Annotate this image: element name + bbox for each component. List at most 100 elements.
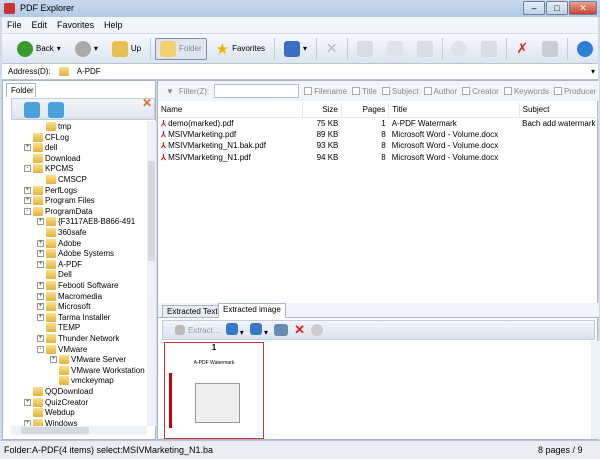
column-name[interactable]: Name bbox=[158, 103, 304, 118]
tree-node[interactable]: CMSCP bbox=[37, 174, 87, 185]
tree-node[interactable]: TEMP bbox=[37, 322, 80, 333]
column-size[interactable]: Size bbox=[302, 103, 342, 118]
tree-node[interactable]: 360safe bbox=[37, 227, 86, 238]
favorites-button[interactable]: ★ Favorites bbox=[211, 38, 270, 60]
column-subject[interactable]: Subject bbox=[519, 103, 600, 118]
tools-button[interactable]: ✗ bbox=[511, 38, 533, 60]
image-scrollbar[interactable] bbox=[591, 341, 600, 439]
new-folder-icon[interactable] bbox=[24, 102, 40, 118]
file-row[interactable]: ⅄ demo(marked).pdf 75 KB 1 A-PDF Watermark B… bbox=[158, 117, 599, 129]
menu-favorites[interactable]: Favorites bbox=[52, 20, 99, 30]
forward-button[interactable]: ▾ bbox=[70, 38, 103, 60]
expand-toggle[interactable]: + bbox=[37, 335, 44, 342]
copy-button[interactable]: ▾ bbox=[225, 323, 244, 337]
tree-node[interactable]: + A-PDF bbox=[37, 259, 82, 270]
tree-node[interactable]: CFLog bbox=[24, 132, 69, 143]
tree-node[interactable]: + QuizCreator bbox=[24, 397, 88, 408]
column-title[interactable]: Title bbox=[388, 103, 520, 118]
tree-vertical-scrollbar[interactable] bbox=[147, 121, 156, 426]
file-row[interactable]: ⅄ MSIVMarketing.pdf 89 KB 8 Microsoft Word … bbox=[158, 129, 599, 141]
filter-filename-checkbox[interactable]: Filename bbox=[304, 87, 347, 96]
extract-button[interactable]: Extract... bbox=[175, 325, 220, 335]
menu-edit[interactable]: Edit bbox=[27, 20, 53, 30]
expand-toggle[interactable]: + bbox=[24, 398, 31, 406]
tree-node[interactable]: + Macromedia bbox=[37, 291, 102, 302]
expand-toggle[interactable]: + bbox=[37, 303, 44, 311]
delete-button[interactable]: ✕ bbox=[321, 38, 343, 60]
expand-toggle[interactable]: + bbox=[37, 260, 44, 268]
close-button[interactable]: ✕ bbox=[569, 1, 597, 15]
tree-node[interactable]: Download bbox=[24, 153, 81, 164]
filter-title-checkbox[interactable]: Title bbox=[352, 87, 377, 96]
tree-node[interactable]: Webdup bbox=[24, 407, 75, 418]
maximize-button[interactable]: □ bbox=[546, 1, 568, 15]
tree-node[interactable]: vmckeymap bbox=[50, 375, 114, 386]
preview-icon[interactable] bbox=[274, 324, 289, 336]
web-button[interactable] bbox=[572, 38, 598, 60]
tree-node[interactable]: + Program Files bbox=[24, 195, 95, 206]
filter-keywords-checkbox[interactable]: Keywords bbox=[503, 87, 549, 96]
tree-node[interactable]: + Windows bbox=[24, 418, 77, 426]
tree-node[interactable]: tmp bbox=[37, 121, 71, 132]
menu-file[interactable]: File bbox=[2, 20, 27, 30]
tree-node[interactable]: + PerfLogs bbox=[24, 185, 77, 196]
file-row[interactable]: ⅄ MSIVMarketing_N1.bak.pdf 93 KB 8 Microsof… bbox=[158, 140, 599, 152]
filter-input[interactable] bbox=[214, 84, 300, 98]
expand-toggle[interactable]: - bbox=[37, 345, 44, 353]
tree-horizontal-scrollbar[interactable] bbox=[11, 426, 147, 435]
filter-subject-checkbox[interactable]: Subject bbox=[381, 87, 419, 96]
tree-node[interactable]: + Microsoft bbox=[37, 301, 90, 312]
expand-toggle[interactable]: - bbox=[24, 165, 31, 173]
file-row[interactable]: ⅄ MSIVMarketing_N1.pdf 94 KB 8 Microsoft Wo… bbox=[158, 152, 599, 164]
minimize-button[interactable]: – bbox=[523, 1, 545, 15]
mail-button[interactable] bbox=[537, 38, 563, 60]
expand-toggle[interactable]: + bbox=[37, 313, 44, 321]
delete-icon[interactable]: ✕ bbox=[294, 322, 305, 338]
expand-toggle[interactable]: + bbox=[24, 144, 31, 152]
tab-extracted-text[interactable]: Extracted Text bbox=[162, 305, 223, 318]
menu-help[interactable]: Help bbox=[99, 20, 128, 30]
address-dropdown[interactable]: ▾ bbox=[591, 67, 598, 76]
back-button[interactable]: Back ▾ bbox=[12, 38, 66, 60]
expand-toggle[interactable]: + bbox=[24, 197, 31, 205]
column-pages[interactable]: Pages bbox=[341, 103, 390, 118]
tree-node[interactable]: + dell bbox=[24, 142, 57, 153]
lock-button[interactable] bbox=[382, 38, 408, 60]
search-image-button[interactable] bbox=[476, 38, 502, 60]
tab-extracted-image[interactable]: Extracted image bbox=[218, 303, 286, 318]
tree-node[interactable]: - KPCMS bbox=[24, 163, 73, 174]
book-button[interactable] bbox=[412, 38, 438, 60]
close-panel-icon[interactable]: ✕ bbox=[142, 96, 152, 110]
expand-toggle[interactable]: - bbox=[24, 207, 31, 215]
save-button[interactable]: ▾ bbox=[249, 323, 268, 337]
expand-toggle[interactable]: + bbox=[37, 218, 44, 226]
image-thumbnail[interactable]: 1 A-PDF Watermark bbox=[164, 342, 264, 439]
expand-toggle[interactable]: + bbox=[24, 186, 31, 194]
filter-creator-checkbox[interactable]: Creator bbox=[462, 87, 499, 96]
tab-folder[interactable]: Folder bbox=[6, 83, 36, 97]
favorite-folder-icon[interactable] bbox=[48, 102, 64, 118]
tree-node[interactable]: + {F3117AE8-B866-491 bbox=[37, 216, 135, 227]
expand-toggle[interactable]: + bbox=[37, 250, 44, 258]
tree-node[interactable]: - VMware bbox=[37, 344, 87, 355]
tree-node[interactable]: - ProgramData bbox=[24, 206, 93, 217]
tree-node[interactable]: VMware Workstation bbox=[50, 365, 145, 376]
up-button[interactable]: Up bbox=[107, 38, 146, 60]
edit-button[interactable] bbox=[352, 38, 378, 60]
cancel-icon[interactable] bbox=[310, 324, 323, 336]
expand-toggle[interactable]: + bbox=[50, 356, 57, 364]
folder-button[interactable]: Folder bbox=[154, 37, 207, 60]
tree-node[interactable]: + Tarma Installer bbox=[37, 312, 110, 323]
address-input[interactable]: A-PDF bbox=[77, 67, 583, 76]
tree-node[interactable]: QQDownload bbox=[24, 386, 93, 397]
expand-toggle[interactable]: + bbox=[37, 282, 44, 289]
tree-node[interactable]: + Thunder Network bbox=[37, 333, 119, 344]
tree-node[interactable]: + VMware Server bbox=[50, 354, 126, 365]
view-button[interactable]: ▾ bbox=[279, 38, 312, 60]
tree-node[interactable]: + Adobe Systems bbox=[37, 248, 114, 259]
search-button[interactable] bbox=[446, 38, 472, 60]
expand-toggle[interactable]: + bbox=[37, 239, 44, 247]
expand-toggle[interactable]: + bbox=[37, 292, 44, 300]
filter-producer-checkbox[interactable]: Producer bbox=[553, 87, 596, 96]
tree-node[interactable]: Dell bbox=[37, 269, 72, 280]
